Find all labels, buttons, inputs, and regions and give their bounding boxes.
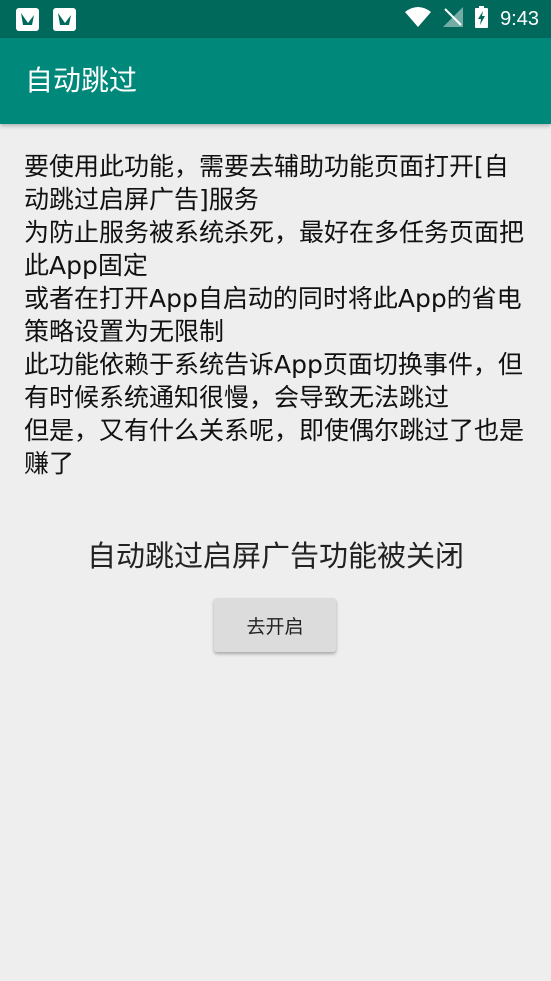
app-bar: 自动跳过: [0, 38, 551, 124]
info-line: 此功能依赖于系统告诉App页面切换事件，但有时候系统通知很慢，会导致无法跳过: [24, 350, 523, 412]
no-signal-icon: [443, 7, 464, 31]
wifi-icon: [405, 7, 432, 31]
clock: 9:43: [500, 7, 539, 30]
app-notification-icon: [16, 8, 39, 31]
service-status-text: 自动跳过启屏广告功能被关闭: [86, 539, 464, 573]
enable-service-button[interactable]: 去开启: [214, 598, 336, 652]
app-title: 自动跳过: [25, 64, 138, 97]
info-line: 要使用此功能，需要去辅助功能页面打开[自动跳过启屏广告]服务: [24, 152, 509, 214]
info-line: 为防止服务被系统杀死，最好在多任务页面把此App固定: [24, 218, 525, 280]
info-line: 或者在打开App自启动的同时将此App的省电策略设置为无限制: [24, 284, 522, 346]
status-bar: 9:43: [0, 0, 551, 38]
battery-charging-icon: [475, 6, 489, 32]
app-notification-icon: [53, 8, 76, 31]
info-text-block: 要使用此功能，需要去辅助功能页面打开[自动跳过启屏广告]服务 为防止服务被系统杀…: [24, 150, 529, 480]
info-line: 但是，又有什么关系呢，即使偶尔跳过了也是赚了: [24, 416, 525, 478]
